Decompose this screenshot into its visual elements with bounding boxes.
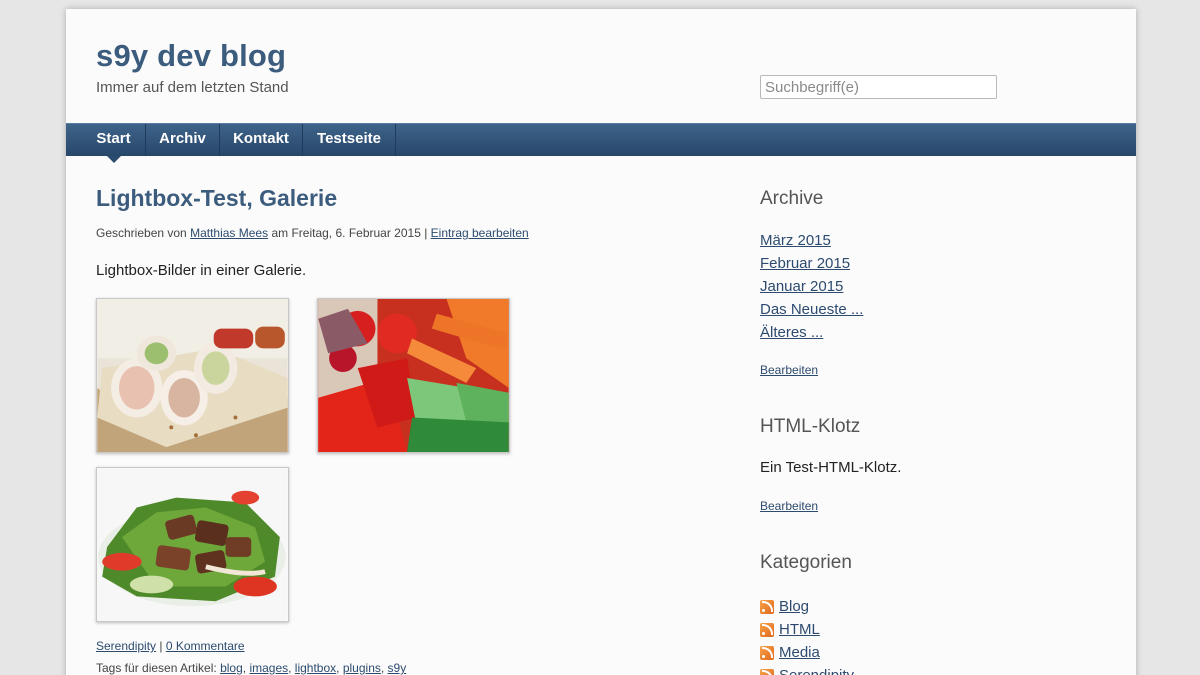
category-item: Blog	[760, 595, 854, 618]
gallery-image-vegetables[interactable]	[317, 298, 510, 453]
tag-link[interactable]: s9y	[388, 661, 407, 675]
post-title[interactable]: Lightbox-Test, Galerie	[96, 185, 337, 212]
post-footer: Serendipity | 0 Kommentare	[96, 639, 245, 653]
category-link[interactable]: Serendipity	[779, 667, 854, 675]
category-item: Media	[760, 641, 854, 664]
category-item: HTML	[760, 618, 854, 641]
rss-feed-icon[interactable]	[760, 645, 774, 660]
comments-link[interactable]: 0 Kommentare	[166, 639, 245, 653]
nav-item-testseite[interactable]: Testseite	[303, 124, 396, 156]
site-tagline: Immer auf dem letzten Stand	[96, 79, 289, 96]
category-link[interactable]: Serendipity	[96, 639, 156, 653]
spring-rolls-image	[97, 299, 288, 452]
tag-link[interactable]: lightbox	[295, 661, 336, 675]
list-item: Das Neueste ...	[760, 301, 863, 324]
meta-date: am Freitag, 6. Februar 2015 |	[271, 226, 428, 240]
nav-item-label: Kontakt	[233, 130, 289, 147]
vegetables-image	[318, 299, 509, 452]
category-link[interactable]: HTML	[779, 621, 820, 639]
post-meta: Geschrieben von Matthias Mees am Freitag…	[96, 226, 529, 240]
beef-salad-image	[97, 468, 288, 621]
post-tags: Tags für diesen Artikel: blog, images, l…	[96, 661, 407, 675]
tag-link[interactable]: images	[249, 661, 288, 675]
main-navigation: Start Archiv Kontakt Testseite	[66, 123, 1136, 163]
list-item: März 2015	[760, 232, 863, 255]
archive-widget-title: Archive	[760, 188, 824, 209]
archive-link[interactable]: Älteres ...	[760, 324, 823, 341]
author-link[interactable]: Matthias Mees	[190, 226, 268, 240]
categories-list: Blog HTML Media Serendipity	[760, 595, 854, 675]
categories-widget-title: Kategorien	[760, 552, 852, 573]
archive-link[interactable]: Februar 2015	[760, 255, 850, 272]
post-body: Lightbox-Bilder in einer Galerie.	[96, 262, 307, 279]
archive-edit-link[interactable]: Bearbeiten	[760, 363, 818, 377]
rss-feed-icon[interactable]	[760, 668, 774, 675]
nav-item-label: Testseite	[317, 130, 381, 147]
active-indicator-icon	[106, 156, 121, 163]
gallery-image-spring-rolls[interactable]	[96, 298, 289, 453]
page-container: s9y dev blog Immer auf dem letzten Stand…	[66, 9, 1136, 675]
search-input[interactable]	[760, 75, 997, 99]
list-item: Älteres ...	[760, 324, 863, 347]
archive-link[interactable]: März 2015	[760, 232, 831, 249]
html-block-edit-link[interactable]: Bearbeiten	[760, 499, 818, 513]
list-item: Januar 2015	[760, 278, 863, 301]
archive-link[interactable]: Januar 2015	[760, 278, 843, 295]
list-item: Februar 2015	[760, 255, 863, 278]
nav-item-archiv[interactable]: Archiv	[146, 124, 220, 156]
edit-entry-link[interactable]: Eintrag bearbeiten	[431, 226, 529, 240]
category-link[interactable]: Blog	[779, 598, 809, 616]
category-item: Serendipity	[760, 664, 854, 675]
rss-feed-icon[interactable]	[760, 599, 774, 614]
category-link[interactable]: Media	[779, 644, 820, 662]
tags-label: Tags für diesen Artikel:	[96, 661, 217, 675]
gallery-image-beef-salad[interactable]	[96, 467, 289, 622]
nav-item-kontakt[interactable]: Kontakt	[220, 124, 303, 156]
nav-item-label: Archiv	[159, 130, 206, 147]
tag-link[interactable]: blog	[220, 661, 243, 675]
nav-item-label: Start	[96, 130, 131, 147]
site-title[interactable]: s9y dev blog	[96, 38, 286, 74]
archive-link[interactable]: Das Neueste ...	[760, 301, 863, 318]
nav-item-start[interactable]: Start	[82, 124, 146, 163]
html-block-text: Ein Test-HTML-Klotz.	[760, 459, 902, 476]
tag-link[interactable]: plugins	[343, 661, 381, 675]
html-block-title: HTML-Klotz	[760, 416, 861, 437]
rss-feed-icon[interactable]	[760, 622, 774, 637]
meta-prefix: Geschrieben von	[96, 226, 187, 240]
archive-list: März 2015 Februar 2015 Januar 2015 Das N…	[760, 232, 863, 347]
